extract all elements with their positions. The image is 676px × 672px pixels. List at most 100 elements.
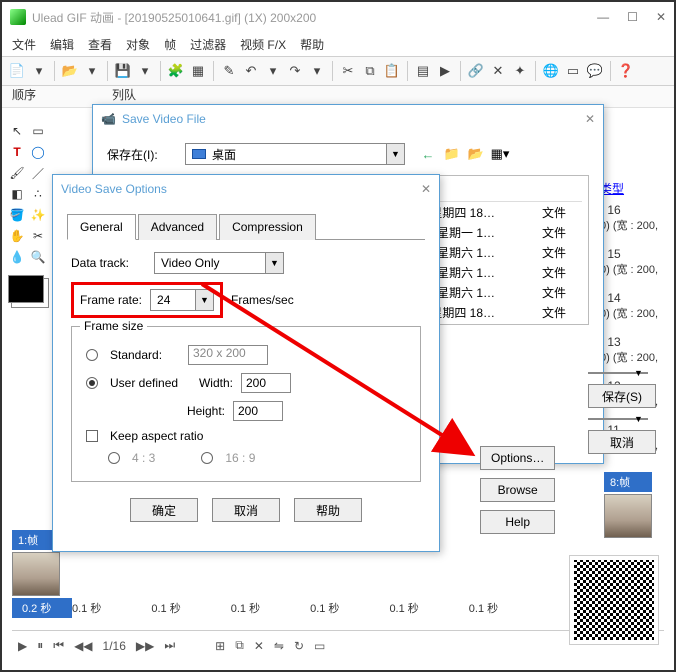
menu-videofx[interactable]: 视频 F/X bbox=[240, 36, 286, 53]
dialog-close-icon[interactable]: ✕ bbox=[585, 112, 595, 126]
menu-filter[interactable]: 过滤器 bbox=[190, 36, 226, 53]
frame-duration[interactable]: 0.1 秒 bbox=[72, 600, 101, 616]
line-tool-icon[interactable]: ／ bbox=[29, 164, 47, 182]
frame-duration[interactable]: 0.1 秒 bbox=[310, 600, 339, 616]
frame-1-thumbnail[interactable] bbox=[12, 552, 60, 596]
frame-rate-combo[interactable]: 24▼ bbox=[150, 289, 214, 311]
hand-tool-icon[interactable]: ✋ bbox=[8, 227, 26, 245]
pause-icon[interactable]: ⏸ bbox=[37, 638, 43, 653]
prev-frame-icon[interactable]: ◀◀ bbox=[74, 639, 92, 653]
eraser-tool-icon[interactable]: ◧ bbox=[8, 185, 26, 203]
up-folder-icon[interactable]: 📁 bbox=[443, 145, 461, 163]
filter-combo[interactable]: ▼ bbox=[588, 372, 648, 374]
menu-frame[interactable]: 帧 bbox=[164, 36, 176, 53]
spray-tool-icon[interactable]: ∴ bbox=[29, 185, 47, 203]
last-frame-icon[interactable]: ⏭ bbox=[164, 638, 175, 653]
options-help-button[interactable]: 帮助 bbox=[294, 498, 362, 522]
next-frame-icon[interactable]: ▶▶ bbox=[136, 639, 154, 653]
settings-icon[interactable]: ▭ bbox=[314, 639, 325, 653]
wizard-icon[interactable]: 🧩 bbox=[167, 62, 185, 80]
pencil-icon[interactable]: ✎ bbox=[220, 62, 238, 80]
frame-8-tab[interactable]: 8:帧 bbox=[604, 472, 652, 492]
link-icon[interactable]: 🔗 bbox=[467, 62, 485, 80]
width-input[interactable] bbox=[241, 373, 291, 393]
wand-tool-icon[interactable]: ✨ bbox=[29, 206, 47, 224]
menu-help[interactable]: 帮助 bbox=[300, 36, 324, 53]
color-swatch[interactable] bbox=[8, 275, 44, 303]
brush-tool-icon[interactable]: 🖌 bbox=[8, 164, 26, 182]
cut-icon[interactable]: ✂ bbox=[339, 62, 357, 80]
new-folder-icon[interactable]: 📂 bbox=[467, 145, 485, 163]
tool-icon[interactable]: ✕ bbox=[489, 62, 507, 80]
back-icon[interactable]: ← bbox=[419, 145, 437, 163]
redo-icon[interactable]: ↷ bbox=[286, 62, 304, 80]
export-icon[interactable]: ▤ bbox=[414, 62, 432, 80]
frame-rate-label: Frame rate: bbox=[80, 293, 142, 307]
main-toolbar: 📄▾ 📂▾ 💾▾ 🧩 ▦ ✎ ↶▾ ↷▾ ✂ ⧉ 📋 ▤ ▶ 🔗 ✕ ✦ 🌐 ▭… bbox=[2, 56, 674, 86]
dialog-titlebar[interactable]: 📹 Save Video File ✕ bbox=[93, 105, 603, 133]
del-frame-icon[interactable]: ✕ bbox=[254, 639, 264, 653]
height-input[interactable] bbox=[233, 401, 283, 421]
chat-icon[interactable]: 💬 bbox=[586, 62, 604, 80]
chevron-down-icon[interactable]: ▼ bbox=[386, 144, 404, 164]
frame-duration[interactable]: 0.1 秒 bbox=[469, 600, 498, 616]
zoom-tool-icon[interactable]: 🔍 bbox=[29, 248, 47, 266]
mail-icon[interactable]: ▭ bbox=[564, 62, 582, 80]
reverse-icon[interactable]: ⇋ bbox=[274, 639, 284, 653]
options-close-icon[interactable]: ✕ bbox=[421, 182, 431, 196]
new-icon[interactable]: 📄 bbox=[8, 62, 26, 80]
save-button[interactable]: 保存(S) bbox=[588, 384, 656, 408]
crop-tool-icon[interactable]: ✂ bbox=[29, 227, 47, 245]
frame-duration[interactable]: 0.1 秒 bbox=[389, 600, 418, 616]
tab-general[interactable]: General bbox=[67, 214, 136, 240]
browse-button[interactable]: Browse bbox=[480, 478, 555, 502]
minimize-button[interactable]: — bbox=[597, 10, 609, 24]
frame-duration[interactable]: 0.1 秒 bbox=[151, 600, 180, 616]
view-menu-icon[interactable]: ▦▾ bbox=[491, 145, 509, 163]
save-icon[interactable]: 💾 bbox=[114, 62, 132, 80]
menu-edit[interactable]: 编辑 bbox=[50, 36, 74, 53]
marquee-tool-icon[interactable]: ▭ bbox=[29, 122, 47, 140]
options-cancel-button[interactable]: 取消 bbox=[212, 498, 280, 522]
cancel-button[interactable]: 取消 bbox=[588, 430, 656, 454]
keep-aspect-checkbox[interactable] bbox=[86, 430, 98, 442]
menu-view[interactable]: 查看 bbox=[88, 36, 112, 53]
user-defined-radio[interactable] bbox=[86, 377, 98, 389]
pointer-tool-icon[interactable]: ↖ bbox=[8, 122, 26, 140]
help-icon[interactable]: ❓ bbox=[617, 62, 635, 80]
fx-icon[interactable]: ✦ bbox=[511, 62, 529, 80]
dropper-tool-icon[interactable]: 💧 bbox=[8, 248, 26, 266]
maximize-button[interactable]: ☐ bbox=[627, 10, 638, 24]
options-dialog-titlebar[interactable]: Video Save Options ✕ bbox=[53, 175, 439, 203]
frame-8-thumbnail[interactable] bbox=[604, 494, 652, 538]
help-button[interactable]: Help bbox=[480, 510, 555, 534]
globe-icon[interactable]: 🌐 bbox=[542, 62, 560, 80]
close-button[interactable]: ✕ bbox=[656, 10, 666, 24]
type-combo[interactable]: ▼ bbox=[588, 418, 648, 420]
menu-file[interactable]: 文件 bbox=[12, 36, 36, 53]
ok-button[interactable]: 确定 bbox=[130, 498, 198, 522]
loop-icon[interactable]: ↻ bbox=[294, 639, 304, 653]
undo-icon[interactable]: ↶ bbox=[242, 62, 260, 80]
tab-compression[interactable]: Compression bbox=[219, 214, 316, 240]
copy-icon[interactable]: ⧉ bbox=[361, 62, 379, 80]
data-track-combo[interactable]: Video Only▼ bbox=[154, 252, 284, 274]
dup-frame-icon[interactable]: ⧉ bbox=[235, 638, 244, 653]
frame-duration[interactable]: 0.1 秒 bbox=[231, 600, 260, 616]
play-icon[interactable]: ▶ bbox=[18, 639, 27, 653]
menu-object[interactable]: 对象 bbox=[126, 36, 150, 53]
frame-icon[interactable]: ▦ bbox=[189, 62, 207, 80]
text-tool-icon[interactable]: T bbox=[8, 143, 26, 161]
add-frame-icon[interactable]: ⊞ bbox=[215, 639, 225, 653]
tab-advanced[interactable]: Advanced bbox=[138, 214, 217, 240]
paste-icon[interactable]: 📋 bbox=[383, 62, 401, 80]
preview-icon[interactable]: ▶ bbox=[436, 62, 454, 80]
shape-tool-icon[interactable]: ◯ bbox=[29, 143, 47, 161]
standard-radio[interactable] bbox=[86, 349, 98, 361]
options-button[interactable]: Options… bbox=[480, 446, 555, 470]
save-location-combo[interactable]: 桌面 ▼ bbox=[185, 143, 405, 165]
frame-1-duration[interactable]: 0.2 秒 bbox=[12, 598, 72, 618]
open-icon[interactable]: 📂 bbox=[61, 62, 79, 80]
bucket-tool-icon[interactable]: 🪣 bbox=[8, 206, 26, 224]
first-frame-icon[interactable]: ⏮ bbox=[53, 638, 64, 653]
